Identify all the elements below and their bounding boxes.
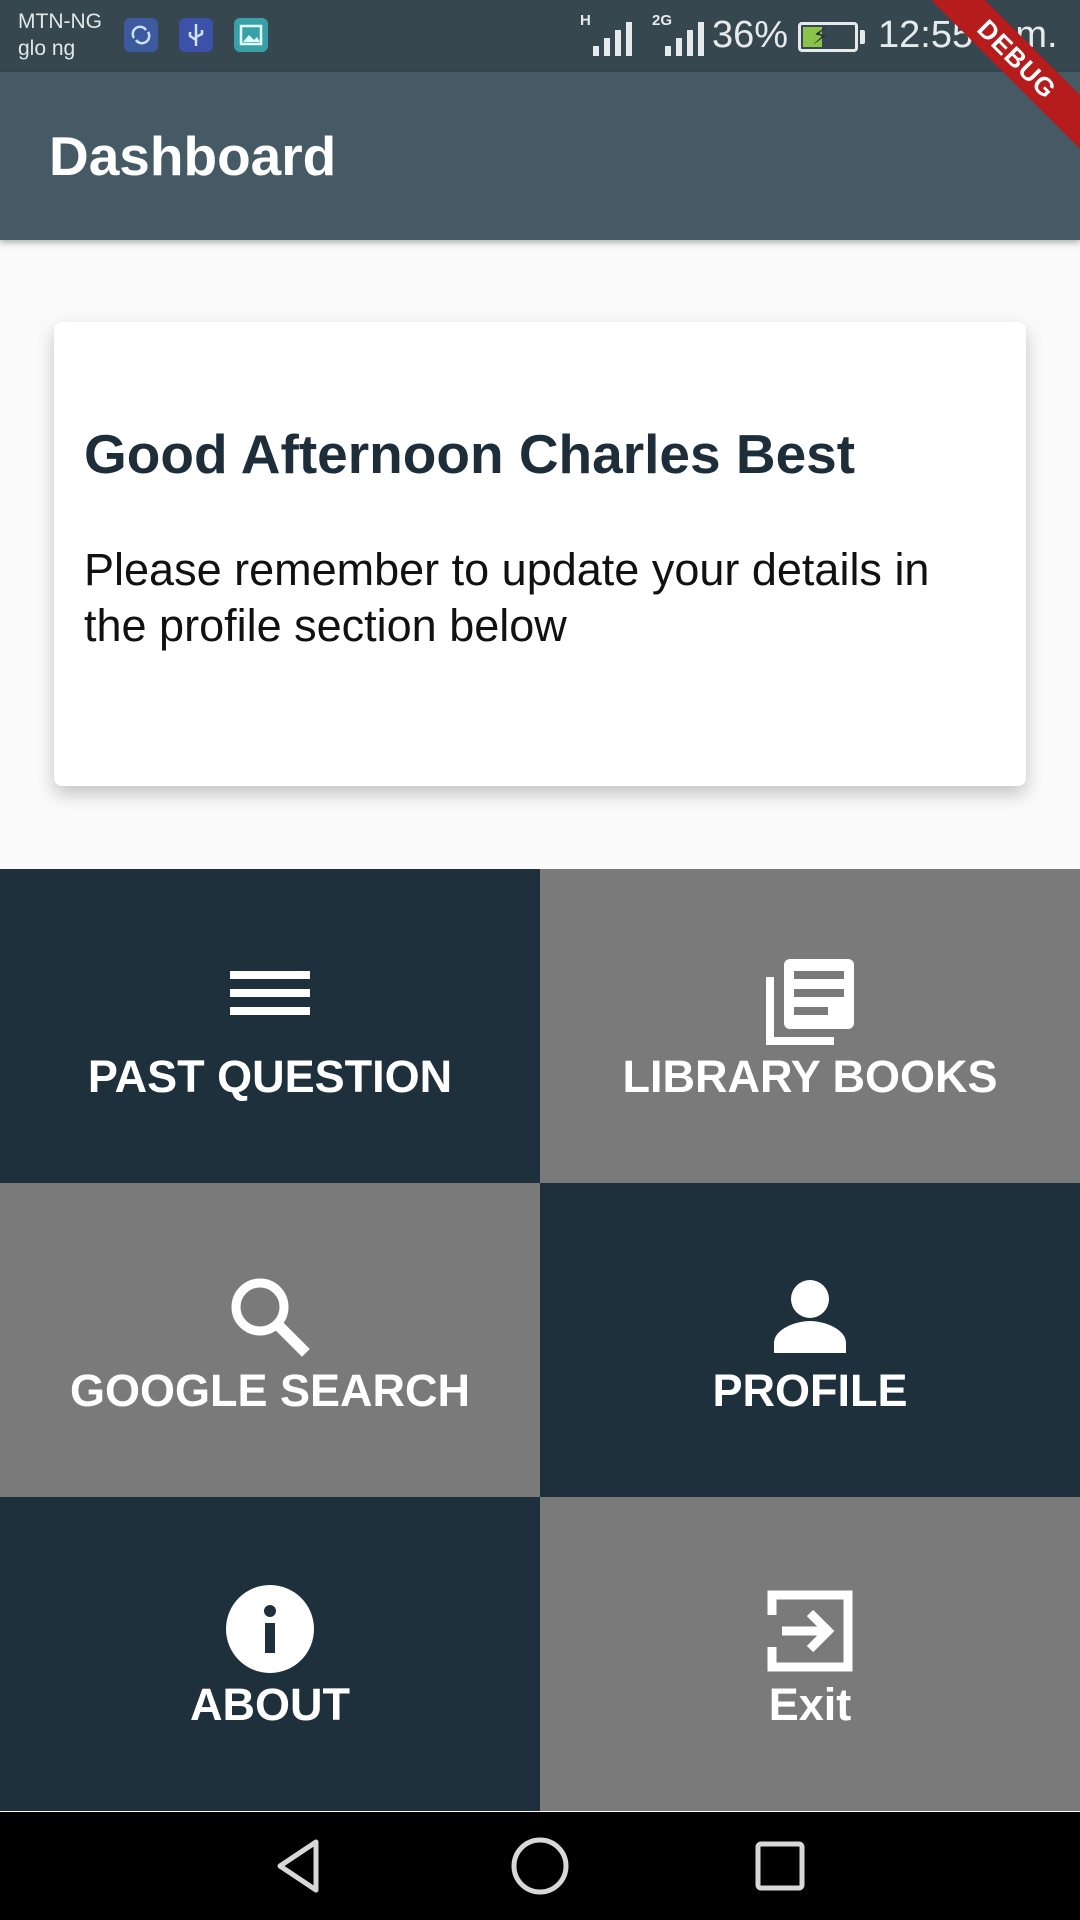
- profile-tile[interactable]: PROFILE: [540, 1183, 1080, 1497]
- tile-label: ABOUT: [190, 1679, 350, 1730]
- about-tile[interactable]: ABOUT: [0, 1497, 540, 1811]
- carrier-2: glo ng: [18, 37, 76, 60]
- exit-tile[interactable]: Exit: [540, 1497, 1080, 1811]
- carrier-1: MTN-NG: [18, 10, 102, 33]
- battery-cap: [860, 30, 865, 44]
- info-icon: [226, 1585, 314, 1673]
- reminder-text: Please remember to update your details i…: [84, 544, 930, 651]
- past-question-tile[interactable]: PAST QUESTION: [0, 869, 540, 1183]
- person-icon: [774, 1280, 846, 1353]
- charging-icon: ⚡: [812, 23, 829, 50]
- battery-percent: 36%: [712, 14, 789, 56]
- navigation-bar: [0, 1812, 1080, 1920]
- google-search-tile[interactable]: GOOGLE SEARCH: [0, 1183, 540, 1497]
- status-bar: MTN-NG glo ng H 2G 36% ⚡ 12:55 p.m. DEBU…: [0, 0, 1080, 161]
- greeting-text: Good Afternoon Charles Best: [84, 423, 856, 485]
- tile-label: PAST QUESTION: [87, 1051, 453, 1102]
- library-books-tile[interactable]: LIBRARY BOOKS: [540, 869, 1080, 1183]
- carrier-info: MTN-NG glo ng: [18, 8, 102, 62]
- menu-icon: [230, 971, 310, 1015]
- app-bar: Dashboard: [0, 72, 1080, 240]
- tile-label: GOOGLE SEARCH: [69, 1365, 471, 1416]
- library-books-icon: [766, 959, 854, 1045]
- sync-icon: [124, 18, 158, 52]
- tile-label: Exit: [768, 1679, 852, 1730]
- exit-icon: [767, 1590, 853, 1672]
- tile-label: PROFILE: [712, 1365, 908, 1416]
- signal-2g-icon: 2G: [648, 12, 704, 58]
- greeting-card: Good Afternoon Charles Best Please remem…: [54, 322, 1026, 786]
- dashboard-grid: PAST QUESTION LIBRARY BOOKS GOOGLE SEARC…: [0, 869, 1080, 1811]
- recents-icon[interactable]: [748, 1834, 812, 1898]
- usb-icon: [179, 18, 213, 52]
- search-icon: [231, 1278, 310, 1357]
- home-icon[interactable]: [508, 1834, 572, 1898]
- gallery-icon: [234, 18, 268, 52]
- tile-label: LIBRARY BOOKS: [622, 1051, 998, 1102]
- signal-h-icon: H: [576, 12, 632, 58]
- page-title: Dashboard: [49, 125, 337, 187]
- back-icon[interactable]: [268, 1834, 332, 1898]
